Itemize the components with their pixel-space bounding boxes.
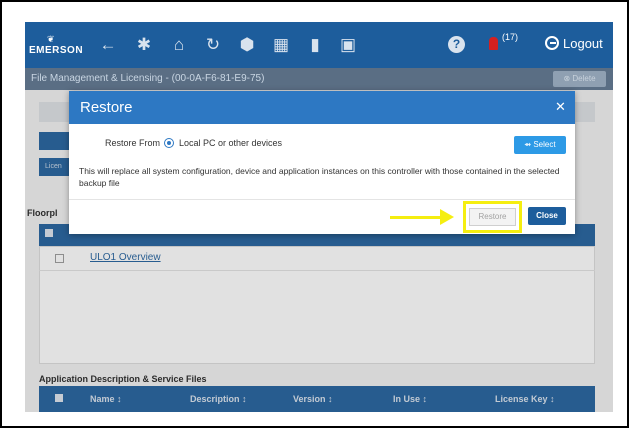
- logout-icon: [545, 36, 559, 50]
- page-subheader: File Management & Licensing - (00-0A-F6-…: [25, 68, 613, 90]
- gear-icon[interactable]: ✱: [133, 34, 155, 56]
- restore-dialog: Restore ✕ Restore From Local PC or other…: [69, 91, 575, 234]
- app-window: ❦ EMERSON ← ✱ ⌂ ↻ ⬢ ▦ ▮ ▣ ? (17) Logout …: [25, 22, 613, 412]
- refresh-icon[interactable]: ↻: [202, 34, 224, 56]
- cube-icon[interactable]: ⬢: [236, 34, 258, 56]
- close-icon[interactable]: ✕: [555, 99, 566, 115]
- map-icon[interactable]: ▮: [304, 34, 326, 56]
- annotation-highlight-box: [463, 201, 522, 233]
- logo-text: EMERSON: [29, 45, 84, 56]
- panel-icon[interactable]: ▣: [337, 34, 359, 56]
- back-arrow-icon[interactable]: ←: [97, 34, 119, 56]
- emerson-logo[interactable]: ❦ EMERSON: [29, 34, 83, 60]
- delete-button[interactable]: ⊗ Delete: [553, 71, 606, 87]
- restore-from-label: Restore From: [105, 138, 161, 148]
- page-title: File Management & Licensing - (00-0A-F6-…: [31, 73, 265, 84]
- alarm-bell-icon[interactable]: [489, 37, 498, 50]
- logout-button[interactable]: Logout: [545, 36, 603, 51]
- select-file-button[interactable]: ⇴ Select: [514, 136, 566, 154]
- restore-warning-text: This will replace all system configurati…: [79, 166, 560, 188]
- local-pc-radio-label[interactable]: Local PC or other devices: [179, 138, 282, 148]
- close-button[interactable]: Close: [528, 207, 566, 225]
- annotation-arrow-shaft: [390, 216, 440, 219]
- annotation-arrow-head-icon: [440, 209, 454, 225]
- local-pc-radio[interactable]: [164, 138, 174, 148]
- dialog-divider: [69, 199, 575, 200]
- screenshot-frame: ❦ EMERSON ← ✱ ⌂ ↻ ⬢ ▦ ▮ ▣ ? (17) Logout …: [0, 0, 629, 428]
- help-icon[interactable]: ?: [448, 36, 465, 53]
- top-nav: ❦ EMERSON ← ✱ ⌂ ↻ ⬢ ▦ ▮ ▣ ? (17) Logout: [25, 22, 613, 68]
- logo-mark: ❦: [47, 34, 55, 44]
- notification-count: (17): [502, 32, 519, 42]
- home-icon[interactable]: ⌂: [168, 34, 190, 56]
- dialog-header: Restore ✕: [69, 91, 575, 124]
- logout-label: Logout: [563, 36, 603, 51]
- calendar-icon[interactable]: ▦: [270, 34, 292, 56]
- dialog-title: Restore: [80, 99, 133, 116]
